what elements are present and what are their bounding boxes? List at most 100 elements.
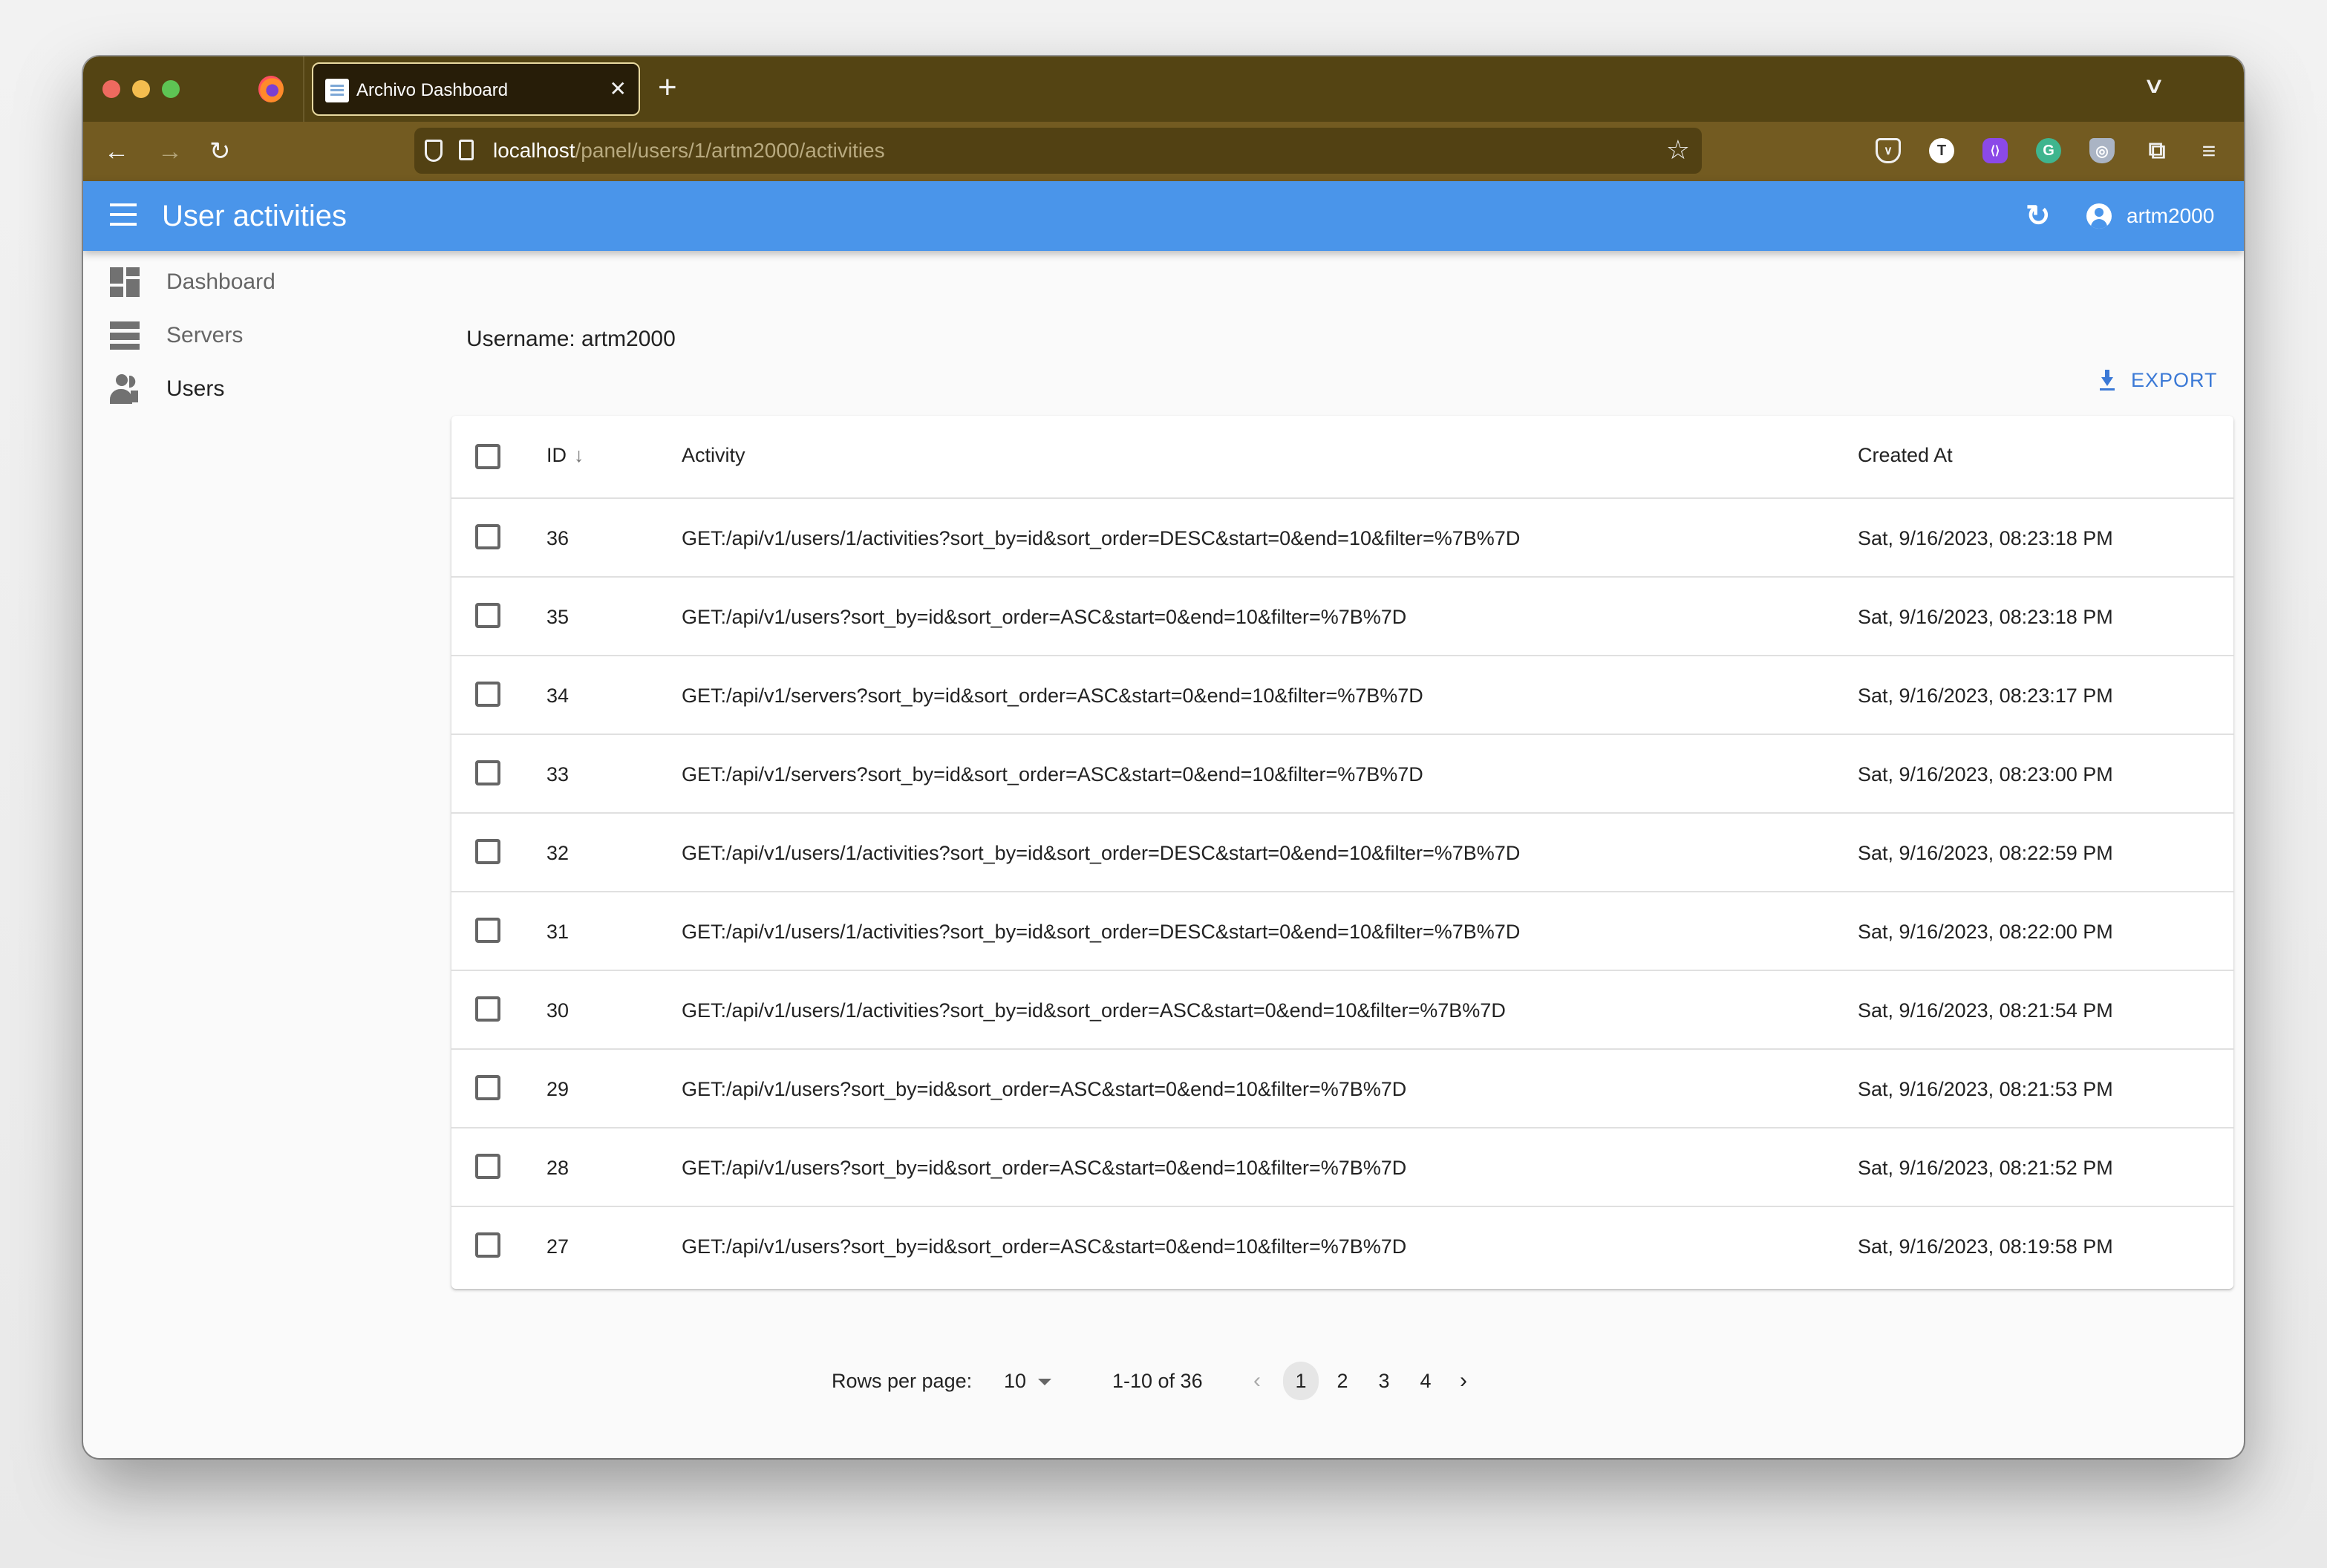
- hamburger-menu-icon[interactable]: [110, 203, 137, 226]
- cell-activity: GET:/api/v1/users/1/activities?sort_by=i…: [682, 527, 1521, 549]
- minimize-window-button[interactable]: [132, 80, 150, 98]
- row-checkbox[interactable]: [475, 1232, 500, 1258]
- sidebar-item-servers[interactable]: Servers: [83, 313, 440, 358]
- page-button-3[interactable]: 3: [1366, 1362, 1402, 1400]
- menu-icon[interactable]: ≡: [2196, 137, 2222, 164]
- previous-page-chevron-icon[interactable]: ‹: [1253, 1366, 1261, 1396]
- t-extension-icon[interactable]: T: [1929, 138, 1954, 163]
- rows-per-page-value: 10: [1004, 1370, 1027, 1392]
- page-button-2[interactable]: 2: [1325, 1362, 1360, 1400]
- cell-id: 27: [546, 1235, 569, 1258]
- page-info-icon[interactable]: [459, 140, 474, 160]
- cell-created-at: Sat, 9/16/2023, 08:19:58 PM: [1858, 1235, 2113, 1258]
- cell-activity: GET:/api/v1/users/1/activities?sort_by=i…: [682, 921, 1521, 943]
- reload-icon[interactable]: ↻: [209, 135, 231, 168]
- cell-id: 36: [546, 527, 569, 549]
- row-checkbox[interactable]: [475, 1075, 500, 1100]
- rows-per-page-label: Rows per page:: [832, 1370, 973, 1392]
- dashboard-icon: [110, 267, 140, 297]
- select-all-checkbox[interactable]: [475, 444, 500, 469]
- table-row[interactable]: 32 GET:/api/v1/users/1/activities?sort_by…: [451, 814, 2233, 892]
- maximize-window-button[interactable]: [162, 80, 180, 98]
- row-checkbox[interactable]: [475, 760, 500, 785]
- bookmark-star-icon[interactable]: ☆: [1666, 135, 1690, 165]
- back-arrow-icon[interactable]: ←: [104, 135, 129, 168]
- row-checkbox[interactable]: [475, 682, 500, 707]
- cell-created-at: Sat, 9/16/2023, 08:23:18 PM: [1858, 606, 2113, 628]
- forward-arrow-icon[interactable]: →: [157, 135, 183, 168]
- table-row[interactable]: 27 GET:/api/v1/users?sort_by=id&sort_orde…: [451, 1207, 2233, 1286]
- row-checkbox[interactable]: [475, 996, 500, 1022]
- pocket-icon[interactable]: ∨: [1876, 138, 1901, 163]
- next-page-chevron-icon[interactable]: ›: [1460, 1366, 1467, 1396]
- refresh-icon[interactable]: ↻: [2026, 199, 2051, 233]
- cell-id: 31: [546, 921, 569, 943]
- close-window-button[interactable]: [102, 80, 120, 98]
- users-icon-secondary: [129, 376, 138, 402]
- user-menu-button[interactable]: artm2000: [2086, 197, 2214, 235]
- column-header-created-at: Created At: [1858, 444, 1953, 466]
- row-checkbox[interactable]: [475, 918, 500, 943]
- cell-id: 32: [546, 842, 569, 864]
- cell-id: 29: [546, 1078, 569, 1100]
- row-checkbox[interactable]: [475, 603, 500, 628]
- firefox-logo-icon: [258, 76, 284, 102]
- table-row[interactable]: 33 GET:/api/v1/servers?sort_by=id&sort_or…: [451, 735, 2233, 814]
- users-icon: [110, 374, 140, 404]
- table-row[interactable]: 28 GET:/api/v1/users?sort_by=id&sort_orde…: [451, 1128, 2233, 1207]
- table-row[interactable]: 30 GET:/api/v1/users/1/activities?sort_by…: [451, 971, 2233, 1050]
- pagination: Rows per page: 10 1-10 of 36 ‹ 1 2 3 4 ›: [83, 1347, 2244, 1414]
- cell-id: 28: [546, 1157, 569, 1179]
- page-button-1[interactable]: 1: [1283, 1362, 1319, 1400]
- page-title: User activities: [162, 200, 347, 232]
- tracking-shield-icon[interactable]: [425, 140, 443, 162]
- table-row[interactable]: 35 GET:/api/v1/users?sort_by=id&sort_orde…: [451, 578, 2233, 656]
- table-header-row: ID ↓ Activity Created At: [451, 416, 2233, 499]
- table-row[interactable]: 34 GET:/api/v1/servers?sort_by=id&sort_or…: [451, 656, 2233, 735]
- row-checkbox[interactable]: [475, 839, 500, 864]
- export-button[interactable]: EXPORT: [2100, 365, 2218, 395]
- rows-per-page-select[interactable]: 10: [1004, 1366, 1052, 1396]
- cell-created-at: Sat, 9/16/2023, 08:23:18 PM: [1858, 527, 2113, 549]
- table-row[interactable]: 29 GET:/api/v1/users?sort_by=id&sort_orde…: [451, 1050, 2233, 1128]
- cell-id: 30: [546, 999, 569, 1022]
- cell-created-at: Sat, 9/16/2023, 08:22:00 PM: [1858, 921, 2113, 943]
- cell-id: 34: [546, 685, 569, 707]
- servers-icon: [110, 321, 140, 350]
- tab-close-icon[interactable]: ✕: [610, 76, 627, 102]
- table-row[interactable]: 36 GET:/api/v1/users/1/activities?sort_by…: [451, 499, 2233, 578]
- row-checkbox[interactable]: [475, 524, 500, 549]
- grammarly-icon[interactable]: G: [2036, 138, 2061, 163]
- page-button-4[interactable]: 4: [1408, 1362, 1443, 1400]
- row-checkbox[interactable]: [475, 1154, 500, 1179]
- code-extension-icon[interactable]: ⟨⟩: [1982, 138, 2008, 163]
- new-tab-button[interactable]: +: [658, 67, 677, 108]
- sort-descending-icon[interactable]: ↓: [574, 444, 584, 466]
- table-row[interactable]: 31 GET:/api/v1/users/1/activities?sort_by…: [451, 892, 2233, 971]
- cell-created-at: Sat, 9/16/2023, 08:23:17 PM: [1858, 685, 2113, 707]
- sidebar-item-users[interactable]: Users: [83, 367, 440, 411]
- cell-activity: GET:/api/v1/users?sort_by=id&sort_order=…: [682, 606, 1407, 628]
- browser-window: Archivo Dashboard ✕ + ∨ ← → ↻ localhost/…: [83, 56, 2244, 1458]
- tab-list-chevron-icon[interactable]: ∨: [2143, 73, 2166, 99]
- cell-id: 35: [546, 606, 569, 628]
- cell-created-at: Sat, 9/16/2023, 08:21:53 PM: [1858, 1078, 2113, 1100]
- cell-activity: GET:/api/v1/users?sort_by=id&sort_order=…: [682, 1078, 1407, 1100]
- url-text[interactable]: localhost/panel/users/1/artm2000/activit…: [493, 138, 885, 163]
- tab-separator: [303, 56, 304, 122]
- shield-extension-icon[interactable]: ◎: [2089, 138, 2115, 163]
- sidebar-item-dashboard[interactable]: Dashboard: [83, 260, 440, 304]
- cell-activity: GET:/api/v1/servers?sort_by=id&sort_orde…: [682, 763, 1423, 785]
- column-header-id-label: ID: [546, 444, 567, 466]
- favicon-icon: [325, 79, 349, 102]
- extensions-puzzle-icon[interactable]: ⧉: [2144, 137, 2170, 163]
- download-icon: [2100, 370, 2115, 391]
- column-header-id[interactable]: ID ↓: [546, 444, 584, 467]
- url-path: /panel/users/1/artm2000/activities: [575, 139, 885, 162]
- cell-activity: GET:/api/v1/users/1/activities?sort_by=i…: [682, 842, 1521, 864]
- cell-activity: GET:/api/v1/users?sort_by=id&sort_order=…: [682, 1157, 1407, 1179]
- url-bar[interactable]: localhost/panel/users/1/artm2000/activit…: [414, 128, 1702, 174]
- tab-archivo-dashboard[interactable]: Archivo Dashboard ✕: [312, 62, 640, 116]
- navigation-bar: ← → ↻ localhost/panel/users/1/artm2000/a…: [83, 122, 2244, 181]
- column-header-activity: Activity: [682, 444, 745, 466]
